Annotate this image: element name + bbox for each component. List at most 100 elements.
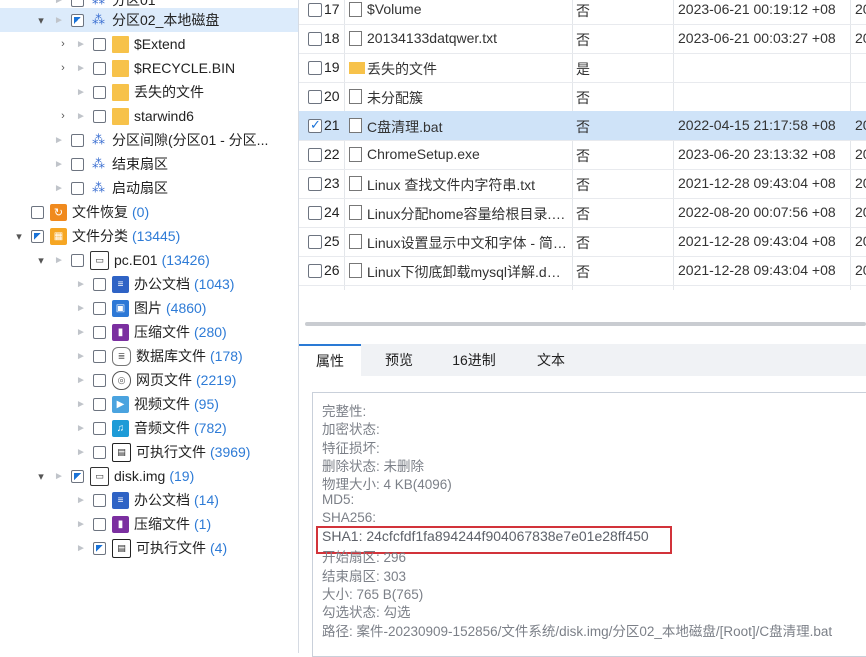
tree-checkbox[interactable] — [71, 133, 84, 147]
tree-node[interactable]: › ► $Extend — [0, 32, 298, 56]
tree-node[interactable]: ► ▶ 视频文件 (95) — [0, 392, 298, 416]
zip-icon: ▮ — [112, 515, 129, 533]
tree-node[interactable]: › ► $RECYCLE.BIN — [0, 56, 298, 80]
tree-checkbox[interactable] — [93, 85, 106, 99]
tree-checkbox[interactable] — [71, 469, 84, 483]
tree-checkbox[interactable] — [93, 493, 106, 507]
tree-checkbox[interactable] — [71, 253, 84, 267]
table-row[interactable]: 25 Linux设置显示中文和字体 - 简书.... 否 2021-12-28 09:… — [299, 227, 866, 257]
tree-node[interactable]: ► ⁂ 结束扇区 — [0, 152, 298, 176]
tree-node[interactable]: ► ▮ 压缩文件 (280) — [0, 320, 298, 344]
tree-node[interactable]: ► ⁂ 启动扇区 — [0, 176, 298, 200]
file-icon — [349, 234, 362, 249]
file-icon — [349, 89, 362, 104]
tree-node[interactable]: ► ⁂ 分区间隙(分区01 - 分区... — [0, 128, 298, 152]
tree-node[interactable]: ► 丢失的文件 — [0, 80, 298, 104]
row-checkbox[interactable] — [308, 206, 322, 220]
table-row[interactable]: 22 ChromeSetup.exe 否 2023-06-20 23:13:32 +0… — [299, 140, 866, 170]
tree-node[interactable]: ▾ ▦ 文件分类 (13445) — [0, 224, 298, 248]
tree-checkbox[interactable] — [93, 517, 106, 531]
tree-node-label: 分区间隙(分区01 - 分区... — [112, 132, 269, 148]
tree-checkbox[interactable] — [93, 541, 106, 555]
horizontal-scrollbar[interactable] — [305, 322, 866, 326]
expand-arrow-icon[interactable]: › — [56, 61, 70, 75]
tree-node[interactable]: ► ≡ 办公文档 (1043) — [0, 272, 298, 296]
tree-node[interactable]: ↻ 文件恢复 (0) — [0, 200, 298, 224]
property-line: SHA256: — [322, 509, 377, 525]
collapse-arrow-icon[interactable]: ▾ — [12, 229, 26, 243]
row-checkbox[interactable] — [308, 90, 322, 104]
tree-checkbox[interactable] — [31, 205, 44, 219]
row-number: 20 — [324, 88, 340, 104]
expand-arrow-icon[interactable]: › — [56, 109, 70, 123]
tree-checkbox[interactable] — [93, 325, 106, 339]
collapse-arrow-icon[interactable]: ▾ — [34, 13, 48, 27]
row-checkbox[interactable] — [308, 117, 322, 133]
tree-checkbox[interactable] — [93, 37, 106, 51]
tree-checkbox[interactable] — [93, 61, 106, 75]
tree-checkbox[interactable] — [71, 0, 84, 7]
table-row[interactable]: 24 Linux分配home容量给根目录.pdf 否 2022-08-20 00:07… — [299, 198, 866, 228]
row-checkbox[interactable] — [308, 177, 322, 191]
db-icon: ≣ — [112, 346, 131, 366]
tree-node[interactable]: ► ♫ 音频文件 (782) — [0, 416, 298, 440]
tab-text[interactable]: 文本 — [521, 344, 581, 376]
tree-checkbox[interactable] — [31, 229, 44, 243]
tree-node[interactable]: ► ≣ 数据库文件 (178) — [0, 344, 298, 368]
table-row[interactable]: 17 $Volume 否 2023-06-21 00:19:12 +08 20 — [299, 0, 866, 25]
expand-arrow-icon[interactable]: › — [56, 37, 70, 51]
tree-checkbox[interactable] — [93, 277, 106, 291]
deleted-flag: 否 — [576, 90, 590, 106]
tree-node[interactable]: ► ▤ 可执行文件 (4) — [0, 536, 298, 560]
tree-node[interactable]: ▾ ► ⁂ 分区02_本地磁盘 — [0, 8, 298, 32]
collapse-arrow-icon[interactable]: ▾ — [34, 469, 48, 483]
table-row[interactable]: 18 20134133datqwer.txt 否 2023-06-21 00:03:2… — [299, 24, 866, 54]
file-icon — [349, 205, 362, 220]
collapse-arrow-icon[interactable]: ▾ — [34, 253, 48, 267]
properties-panel: 完整性: 加密状态: 特征损坏: 删除状态: 未删除 物理大小: 4 KB(4096) M… — [312, 392, 866, 657]
deleted-flag: 否 — [576, 119, 590, 135]
tree-node[interactable]: ► ◎ 网页文件 (2219) — [0, 368, 298, 392]
tree-checkbox[interactable] — [93, 421, 106, 435]
tree-node-count: (4) — [210, 540, 228, 556]
tree-checkbox[interactable] — [93, 349, 106, 363]
tree-node[interactable]: ▾ ► ▭ pc.E01 (13426) — [0, 248, 298, 272]
tree-node[interactable]: ► ▤ 可执行文件 (3969) — [0, 440, 298, 464]
tab-properties[interactable]: 属性 — [299, 344, 361, 376]
folder-icon — [112, 107, 129, 125]
truncated-column: 20 — [855, 175, 866, 191]
tree-checkbox[interactable] — [71, 157, 84, 171]
tree-checkbox[interactable] — [93, 373, 106, 387]
modified-time: 2022-08-20 00:07:56 +08 — [678, 204, 836, 220]
row-checkbox[interactable] — [308, 235, 322, 249]
row-checkbox[interactable] — [308, 61, 322, 75]
modified-time: 2021-12-28 09:43:04 +08 — [678, 262, 836, 278]
tree-checkbox[interactable] — [93, 301, 106, 315]
row-checkbox[interactable] — [308, 264, 322, 278]
property-line: 完整性: — [322, 404, 367, 419]
row-checkbox[interactable] — [308, 148, 322, 162]
tab-preview[interactable]: 预览 — [369, 344, 429, 376]
tree-node-label: $Extend — [134, 36, 186, 52]
row-checkbox[interactable] — [308, 3, 322, 17]
tree-node[interactable]: › ► starwind6 — [0, 104, 298, 128]
table-row[interactable]: 21 C盘清理.bat 否 2022-04-15 21:17:58 +08 20 — [299, 111, 866, 141]
table-row[interactable]: 20 未分配簇 否 — [299, 82, 866, 112]
tree-checkbox[interactable] — [71, 13, 84, 27]
tree-checkbox[interactable] — [71, 181, 84, 195]
tree-checkbox[interactable] — [93, 397, 106, 411]
tree-node[interactable]: ► ▮ 压缩文件 (1) — [0, 512, 298, 536]
table-row[interactable]: 26 Linux下彻底卸载mysql详解.docx 否 2021-12-28 09:4… — [299, 256, 866, 286]
tree-node[interactable]: ▾ ► ▭ disk.img (19) — [0, 464, 298, 488]
tree-node[interactable]: ► ≡ 办公文档 (14) — [0, 488, 298, 512]
tree-checkbox[interactable] — [93, 445, 106, 459]
file-icon — [349, 147, 362, 162]
row-checkbox[interactable] — [308, 32, 322, 46]
tree-checkbox[interactable] — [93, 109, 106, 123]
doc-icon: ≡ — [112, 275, 129, 293]
tab-hex[interactable]: 16进制 — [439, 344, 509, 376]
table-row[interactable]: 19 丢失的文件 是 — [299, 53, 866, 83]
tree-node[interactable]: ► ▣ 图片 (4860) — [0, 296, 298, 320]
table-row[interactable]: 23 Linux 查找文件内字符串.txt 否 2021-12-28 09:43:04… — [299, 169, 866, 199]
